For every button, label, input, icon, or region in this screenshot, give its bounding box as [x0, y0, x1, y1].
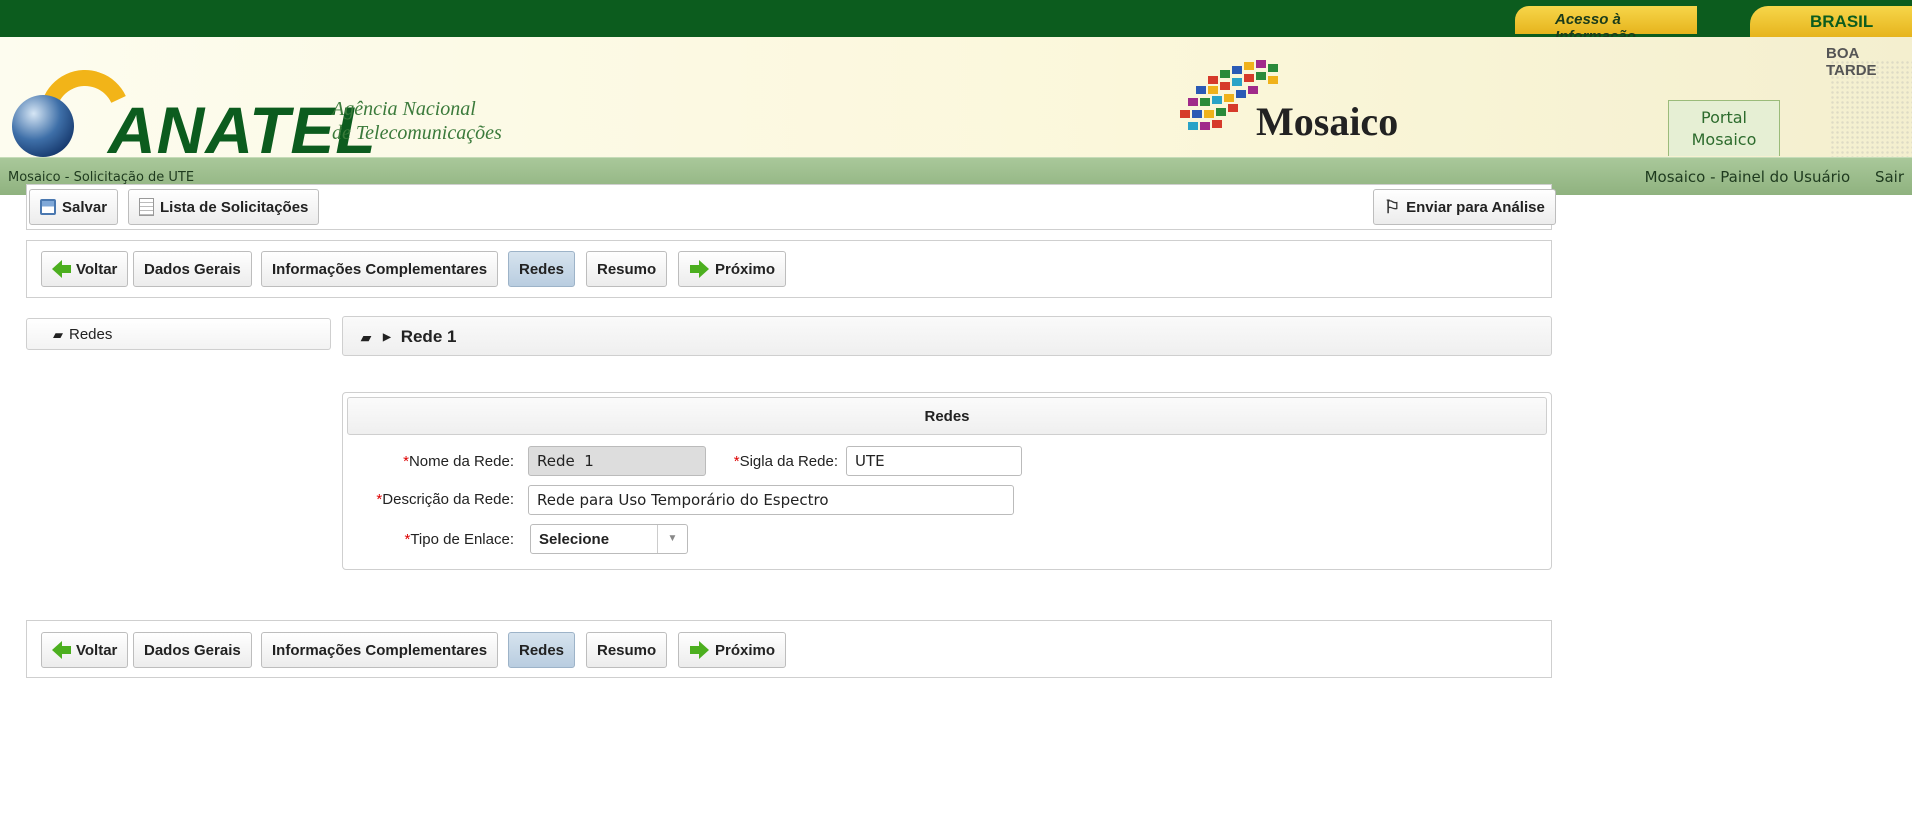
- save-icon: [40, 199, 56, 215]
- folder-open-icon: ▰: [361, 330, 371, 345]
- agencia-line1: Agência Nacional: [332, 98, 476, 120]
- next-label: Próximo: [715, 641, 776, 659]
- send-label: Enviar para Análise: [1406, 198, 1545, 216]
- dados-label: Dados Gerais: [144, 641, 241, 659]
- acesso-informacao-link[interactable]: Acesso à Informação: [1515, 6, 1697, 45]
- next-button-bottom[interactable]: Próximo: [678, 632, 787, 668]
- tree-root-label: Redes: [69, 326, 113, 343]
- back-button-bottom[interactable]: Voltar: [41, 632, 129, 668]
- agencia-line2: de Telecomunicações: [332, 122, 502, 144]
- tipo-enlace-select[interactable]: Selecione ▼: [530, 524, 688, 554]
- gov-bar: Acesso à Informação BRASIL: [0, 0, 1912, 45]
- nome-rede-label: *Nome da Rede:: [403, 453, 514, 470]
- save-button[interactable]: Salvar: [29, 189, 119, 225]
- tab-informacoes-complementares-bottom[interactable]: Informações Complementares: [261, 632, 499, 668]
- tab-redes[interactable]: Redes: [508, 251, 576, 287]
- send-for-analysis-button[interactable]: ⚐ Enviar para Análise: [1373, 189, 1556, 225]
- back-label: Voltar: [76, 641, 118, 659]
- redes-form-panel: Redes: [342, 392, 1552, 570]
- tab-informacoes-complementares[interactable]: Informações Complementares: [261, 251, 499, 287]
- info-label: Informações Complementares: [272, 641, 488, 659]
- save-label: Salvar: [62, 198, 108, 216]
- tipo-enlace-value: Selecione: [539, 531, 610, 548]
- chevron-down-icon[interactable]: ▼: [657, 525, 687, 553]
- back-button[interactable]: Voltar: [41, 251, 129, 287]
- mosaico-app-name: Mosaico: [1256, 99, 1399, 144]
- brasil-link[interactable]: BRASIL: [1750, 6, 1912, 37]
- next-button[interactable]: Próximo: [678, 251, 787, 287]
- arrow-left-icon: [52, 260, 71, 278]
- tab-resumo-bottom[interactable]: Resumo: [586, 632, 668, 668]
- greeting-text: BOA TARDE: [1826, 45, 1877, 79]
- info-label: Informações Complementares: [272, 260, 488, 278]
- redes-label: Redes: [519, 641, 565, 659]
- tab-resumo[interactable]: Resumo: [586, 251, 668, 287]
- list-requests-button[interactable]: Lista de Solicitações: [128, 189, 320, 225]
- next-label: Próximo: [715, 260, 776, 278]
- dados-label: Dados Gerais: [144, 260, 241, 278]
- descricao-rede-input[interactable]: [528, 485, 1014, 515]
- redes-label: Redes: [519, 260, 565, 278]
- network-tree-root[interactable]: ▰ Redes: [26, 318, 331, 350]
- step-nav-bottom: [26, 620, 1552, 678]
- sigla-rede-input[interactable]: [846, 446, 1022, 476]
- arrow-right-icon: [690, 260, 709, 278]
- list-icon: [139, 198, 154, 216]
- back-label: Voltar: [76, 260, 118, 278]
- painel-usuario-link[interactable]: Mosaico - Painel do Usuário: [1645, 168, 1851, 186]
- network-header[interactable]: ▰ ▶ Rede 1: [342, 316, 1552, 356]
- portal-mosaico-tab[interactable]: Portal Mosaico: [1668, 100, 1780, 156]
- sair-link[interactable]: Sair: [1875, 168, 1904, 186]
- tab-dados-gerais[interactable]: Dados Gerais: [133, 251, 252, 287]
- tab-dados-gerais-bottom[interactable]: Dados Gerais: [133, 632, 252, 668]
- caret-right-icon: ▶: [383, 332, 391, 343]
- anatel-logo-globe: [12, 95, 74, 157]
- arrow-right-icon: [690, 641, 709, 659]
- tipo-enlace-label: *Tipo de Enlace:: [404, 531, 514, 548]
- flag-icon: ⚐: [1384, 196, 1401, 217]
- page-breadcrumb: Mosaico - Solicitação de UTE: [8, 170, 195, 185]
- resumo-label: Resumo: [597, 260, 657, 278]
- sigla-rede-label: *Sigla da Rede:: [733, 453, 838, 470]
- step-nav-top: [26, 240, 1552, 298]
- agencia-nacional-text: Agência Nacional de Telecomunicações: [332, 97, 502, 145]
- arrow-left-icon: [52, 641, 71, 659]
- portal-line2: Mosaico: [1691, 130, 1757, 149]
- resumo-label: Resumo: [597, 641, 657, 659]
- list-label: Lista de Solicitações: [160, 198, 309, 216]
- user-links: Mosaico - Painel do Usuário Sair: [1625, 168, 1904, 186]
- folder-icon: ▰: [53, 327, 63, 342]
- portal-line1: Portal: [1701, 108, 1747, 127]
- descricao-rede-label: *Descrição da Rede:: [376, 491, 514, 508]
- tab-redes-bottom[interactable]: Redes: [508, 632, 576, 668]
- nome-rede-input[interactable]: [528, 446, 706, 476]
- network-title: Rede 1: [400, 327, 457, 346]
- form-title: Redes: [347, 397, 1547, 435]
